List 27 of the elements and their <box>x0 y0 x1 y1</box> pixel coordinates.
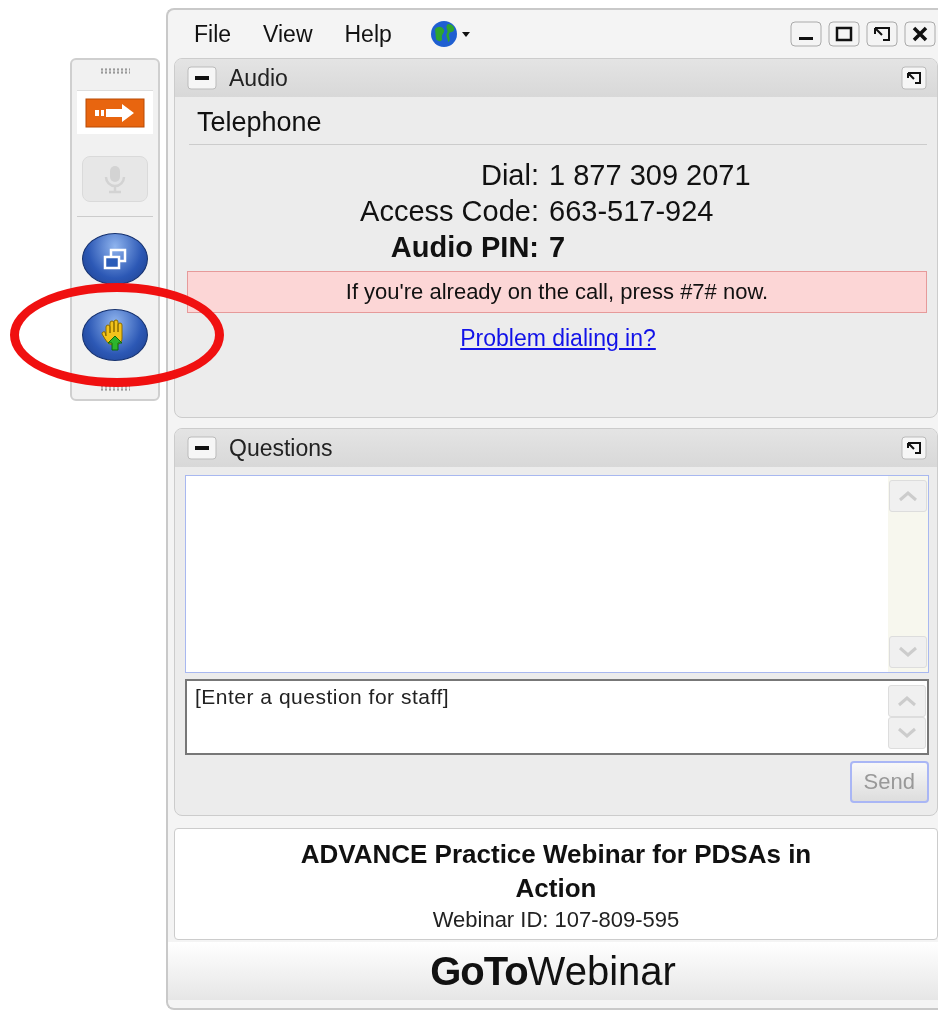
field-value: 1 877 309 2071 <box>549 158 752 193</box>
field-value: 663-517-924 <box>549 194 715 229</box>
alert-message: If you're already on the call, press #7# now. <box>187 271 927 313</box>
close-icon[interactable] <box>904 21 936 47</box>
webinar-id: Webinar ID: 107-809-595 <box>431 906 681 934</box>
menu-item[interactable]: Help <box>344 20 392 48</box>
minimize-icon[interactable] <box>790 21 822 47</box>
share-button[interactable] <box>77 90 153 134</box>
collapse-icon[interactable] <box>187 436 217 460</box>
audio-mode-label: Telephone <box>196 106 322 139</box>
field-label: Access Code: <box>359 194 539 229</box>
field-label: Audio PIN: <box>389 230 539 265</box>
brand-logo: GoToWebinar <box>168 942 938 1000</box>
panel-title: Questions <box>229 434 333 461</box>
maximize-icon[interactable] <box>828 21 860 47</box>
popout-icon[interactable] <box>901 66 927 90</box>
menu-item[interactable]: View <box>263 20 313 48</box>
help-link[interactable]: Problem dialing in? <box>460 325 656 352</box>
windows-icon <box>102 248 128 270</box>
field-value: 7 <box>549 230 567 265</box>
field-label: Dial: <box>480 158 539 193</box>
popout-icon[interactable] <box>866 21 898 47</box>
menu-item[interactable]: File <box>194 20 232 48</box>
webinar-title: ADVANCE Practice Webinar for PDSAs in Action <box>299 838 813 905</box>
popout-icon[interactable] <box>901 436 927 460</box>
panel-title: Audio <box>229 64 288 91</box>
collapse-icon[interactable] <box>187 66 217 90</box>
